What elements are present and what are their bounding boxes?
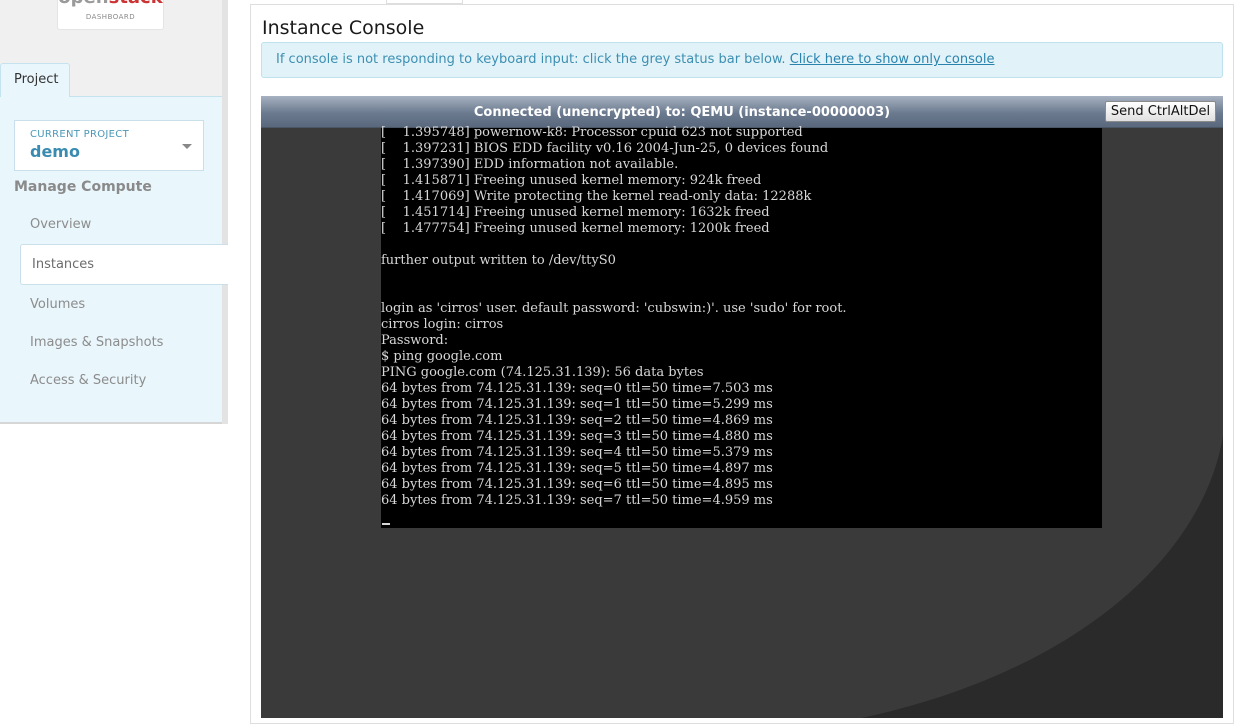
terminal-line: $ ping google.com xyxy=(381,349,503,364)
sidebar-item-overview[interactable]: Overview xyxy=(30,217,91,232)
top-tab[interactable] xyxy=(386,0,463,4)
info-alert: If console is not responding to keyboard… xyxy=(261,42,1223,78)
terminal-line: PING google.com (74.125.31.139): 56 data… xyxy=(381,365,704,380)
terminal-line: 64 bytes from 74.125.31.139: seq=4 ttl=5… xyxy=(381,445,773,460)
current-project-value: demo xyxy=(30,142,80,161)
terminal-line: [ 1.397231] BIOS EDD facility v0.16 2004… xyxy=(381,141,829,156)
page-title: Instance Console xyxy=(262,17,425,39)
terminal-line: 64 bytes from 74.125.31.139: seq=3 ttl=5… xyxy=(381,429,773,444)
terminal-line: [ 1.477754] Freeing unused kernel memory… xyxy=(381,221,770,236)
terminal-line: [ 1.415871] Freeing unused kernel memory… xyxy=(381,173,762,188)
sidebar-item-instances[interactable]: Instances xyxy=(20,244,228,285)
console-status-bar[interactable]: Connected (unencrypted) to: QEMU (instan… xyxy=(261,96,1223,128)
connection-status: Connected (unencrypted) to: QEMU (instan… xyxy=(473,105,891,120)
sidebar-item-access-security[interactable]: Access & Security xyxy=(30,373,146,388)
sidebar-item-images-snapshots[interactable]: Images & Snapshots xyxy=(30,335,163,350)
terminal-line: cirros login: cirros xyxy=(381,317,504,332)
current-project-dropdown[interactable]: CURRENT PROJECT demo xyxy=(14,120,204,171)
sidebar-item-volumes[interactable]: Volumes xyxy=(30,297,85,312)
terminal-cursor xyxy=(382,523,390,525)
show-only-console-link[interactable]: Click here to show only console xyxy=(790,52,995,67)
info-text: If console is not responding to keyboard… xyxy=(276,52,786,67)
terminal-line: 64 bytes from 74.125.31.139: seq=2 ttl=5… xyxy=(381,413,773,428)
chevron-down-icon xyxy=(182,144,192,149)
terminal-line: [ 1.397390] EDD information not availabl… xyxy=(381,157,679,172)
terminal-line: [ 1.395748] powernow-k8: Processor cpuid… xyxy=(381,125,803,140)
terminal-line: 64 bytes from 74.125.31.139: seq=5 ttl=5… xyxy=(381,461,773,476)
terminal-line: Password: xyxy=(381,333,449,348)
terminal-screen[interactable]: [ 1.395748] powernow-k8: Processor cpuid… xyxy=(381,125,1102,528)
logo-wordmark: openstack xyxy=(58,0,163,8)
current-project-label: CURRENT PROJECT xyxy=(30,129,129,140)
terminal-line: login as 'cirros' user. default password… xyxy=(381,301,847,316)
tab-project[interactable]: Project xyxy=(0,63,70,97)
send-ctrl-alt-del-button[interactable]: Send CtrlAltDel xyxy=(1105,101,1216,122)
terminal-line: 64 bytes from 74.125.31.139: seq=0 ttl=5… xyxy=(381,381,773,396)
terminal-line: [ 1.451714] Freeing unused kernel memory… xyxy=(381,205,770,220)
openstack-logo[interactable]: openstack DASHBOARD xyxy=(57,0,164,30)
terminal-line: further output written to /dev/ttyS0 xyxy=(381,253,616,268)
section-title-manage-compute: Manage Compute xyxy=(14,179,152,195)
terminal-line: 64 bytes from 74.125.31.139: seq=7 ttl=5… xyxy=(381,493,773,508)
sidebar-item-label: Instances xyxy=(32,257,95,272)
terminal-line: 64 bytes from 74.125.31.139: seq=6 ttl=5… xyxy=(381,477,773,492)
terminal-line: 64 bytes from 74.125.31.139: seq=1 ttl=5… xyxy=(381,397,773,412)
sidebar-divider xyxy=(222,0,228,424)
logo-subtitle: DASHBOARD xyxy=(85,13,136,21)
vnc-console[interactable]: Connected (unencrypted) to: QEMU (instan… xyxy=(261,96,1223,718)
terminal-line: [ 1.417069] Write protecting the kernel … xyxy=(381,189,812,204)
